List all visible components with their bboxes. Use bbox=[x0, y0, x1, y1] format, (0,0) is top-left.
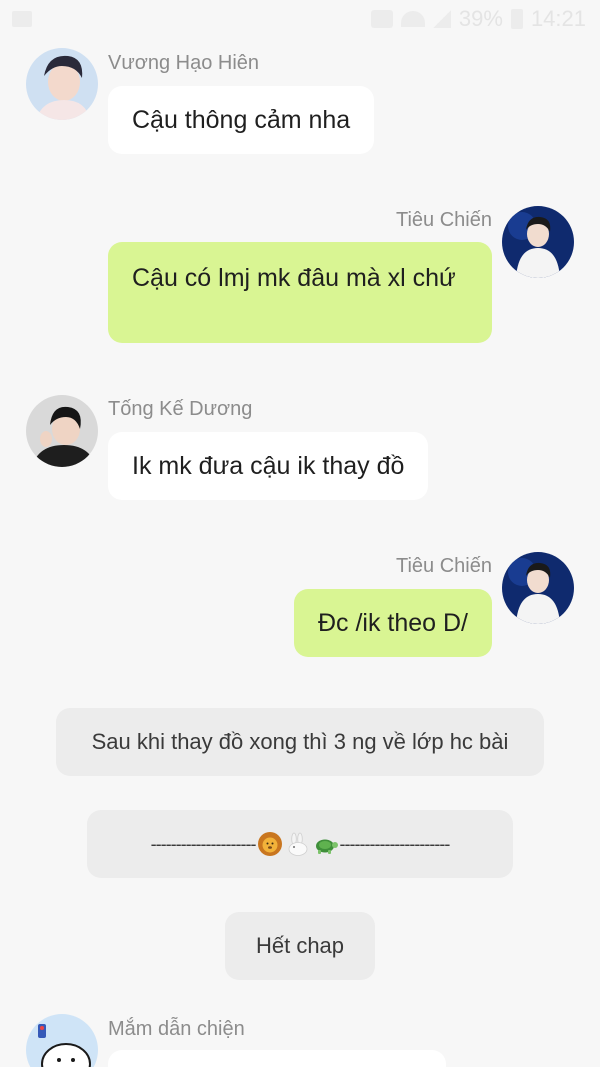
cartoon-avatar-icon bbox=[26, 1014, 98, 1067]
sender-name: Tiêu Chiến bbox=[396, 555, 492, 577]
boy-avatar-icon bbox=[502, 206, 574, 278]
battery-percent: 39% bbox=[458, 6, 503, 31]
status-bar: 39% 14:21 bbox=[0, 0, 600, 40]
rabbit-icon bbox=[288, 832, 307, 856]
avatar[interactable] bbox=[26, 1014, 98, 1067]
sender-name: Vương Hạo Hiên bbox=[108, 52, 260, 74]
notification-icon bbox=[12, 11, 32, 27]
separator-row: --------------------- ------------------… bbox=[151, 831, 450, 857]
boy-avatar-icon bbox=[502, 552, 574, 624]
sender-name: Tống Kế Dương bbox=[108, 398, 253, 420]
message-bubble[interactable]: Cậu thông cảm nha bbox=[108, 86, 375, 154]
dash-right: ---------------------- bbox=[339, 833, 451, 854]
sim-icon bbox=[370, 10, 393, 28]
avatar[interactable] bbox=[502, 552, 574, 624]
avatar[interactable] bbox=[502, 206, 574, 278]
signal-icon bbox=[432, 10, 451, 28]
turtle-icon bbox=[315, 839, 338, 854]
dash-left: --------------------- bbox=[150, 833, 257, 854]
sender-name: Mắm dẫn chiện bbox=[108, 1018, 245, 1040]
message-bubble[interactable]: Ik mk đưa cậu ik thay đồ bbox=[108, 432, 429, 500]
separator-box: --------------------- ------------------… bbox=[87, 810, 513, 878]
boy-avatar-icon bbox=[26, 395, 98, 467]
avatar[interactable] bbox=[26, 48, 98, 120]
avatar[interactable] bbox=[26, 395, 98, 467]
end-label-box: Hết chap bbox=[225, 912, 375, 980]
message-bubble[interactable]: Đc /ik theo D/ bbox=[293, 589, 492, 657]
lion-icon bbox=[257, 832, 282, 856]
wifi-icon bbox=[400, 11, 425, 27]
message-bubble[interactable] bbox=[108, 1050, 446, 1067]
boy-avatar-icon bbox=[26, 48, 98, 120]
narration-box: Sau khi thay đồ xong thì 3 ng về lớp hc … bbox=[56, 708, 544, 776]
battery-icon bbox=[510, 9, 523, 29]
clock: 14:21 bbox=[530, 6, 586, 31]
status-icons: 39% 14:21 bbox=[370, 6, 586, 32]
message-bubble[interactable]: Cậu có lmj mk đâu mà xl chứ bbox=[108, 242, 492, 343]
sender-name: Tiêu Chiến bbox=[396, 209, 492, 231]
